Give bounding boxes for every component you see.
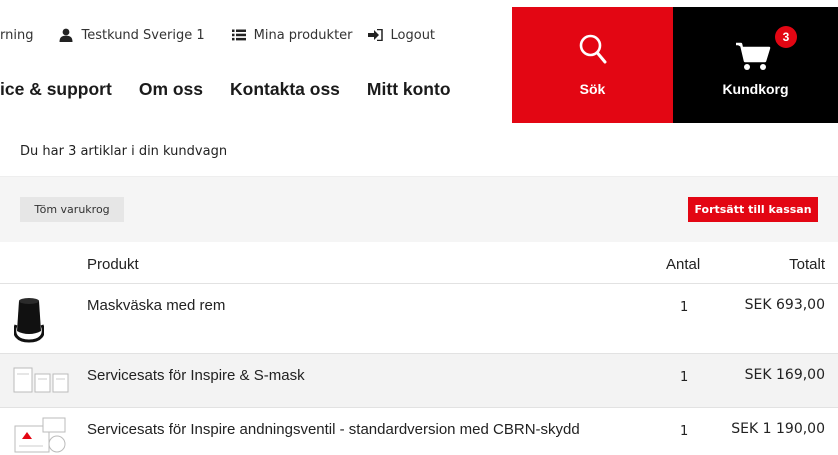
cart-label: Kundkorg <box>722 81 789 97</box>
logout-label: Logout <box>390 27 436 43</box>
product-name[interactable]: Servicesats för Inspire & S-mask <box>87 367 305 384</box>
search-label: Sök <box>579 81 606 97</box>
column-total: Totalt <box>789 256 825 273</box>
cart-count-badge: 3 <box>775 26 797 48</box>
learning-link-label: rning <box>0 27 34 43</box>
checkout-button[interactable]: Fortsätt till kassan <box>688 197 818 222</box>
column-product: Produkt <box>87 256 139 273</box>
search-icon <box>579 34 607 64</box>
service-kit-image <box>13 367 69 393</box>
main-nav: ice & support Om oss Kontakta oss Mitt k… <box>0 76 451 102</box>
logout-link[interactable]: Logout <box>367 27 436 43</box>
product-name[interactable]: Maskväska med rem <box>87 297 225 314</box>
cart-icon <box>736 42 771 70</box>
user-link[interactable]: Testkund Sverige 1 <box>59 27 205 43</box>
product-name[interactable]: Servicesats för Inspire andningsventil -… <box>87 421 580 438</box>
table-header: Produkt Antal Totalt <box>0 242 838 284</box>
cart-button[interactable]: 3 Kundkorg <box>673 7 838 123</box>
valve-kit-image <box>14 417 66 453</box>
my-products-link[interactable]: Mina produkter <box>231 27 353 43</box>
product-quantity: 1 <box>680 424 689 439</box>
nav-about[interactable]: Om oss <box>139 79 203 100</box>
user-icon <box>59 28 73 42</box>
header-bar: rning Testkund Sverige 1 Mina produkter … <box>0 0 512 124</box>
learning-link[interactable]: rning <box>0 28 33 43</box>
product-quantity: 1 <box>680 370 689 385</box>
empty-cart-button[interactable]: Töm varukrog <box>20 197 124 222</box>
list-icon <box>231 29 246 41</box>
cart-content: Du har 3 artiklar i din kundvagn Töm var… <box>0 124 838 455</box>
mask-bag-image <box>14 298 44 343</box>
product-total: SEK 169,00 <box>744 367 825 383</box>
nav-contact[interactable]: Kontakta oss <box>230 79 340 100</box>
table-row: Servicesats för Inspire & S-mask 1 SEK 1… <box>0 354 838 408</box>
product-total: SEK 1 190,00 <box>731 421 825 437</box>
cart-info-bar: Du har 3 artiklar i din kundvagn <box>0 124 838 177</box>
table-row: Servicesats för Inspire andningsventil -… <box>0 408 838 455</box>
utility-links: rning Testkund Sverige 1 Mina produkter … <box>0 25 435 45</box>
product-total: SEK 693,00 <box>744 297 825 313</box>
cart-info-text: Du har 3 artiklar i din kundvagn <box>20 144 228 159</box>
product-quantity: 1 <box>680 300 689 315</box>
cart-actions-bar: Töm varukrog Fortsätt till kassan <box>0 177 838 242</box>
logout-icon <box>367 29 383 41</box>
table-row: Maskväska med rem 1 SEK 693,00 <box>0 284 838 354</box>
my-products-label: Mina produkter <box>253 27 353 43</box>
nav-service-support[interactable]: ice & support <box>0 79 112 100</box>
nav-account[interactable]: Mitt konto <box>367 79 451 100</box>
search-button[interactable]: Sök <box>512 7 673 123</box>
user-name: Testkund Sverige 1 <box>81 27 205 43</box>
column-quantity: Antal <box>666 256 701 273</box>
